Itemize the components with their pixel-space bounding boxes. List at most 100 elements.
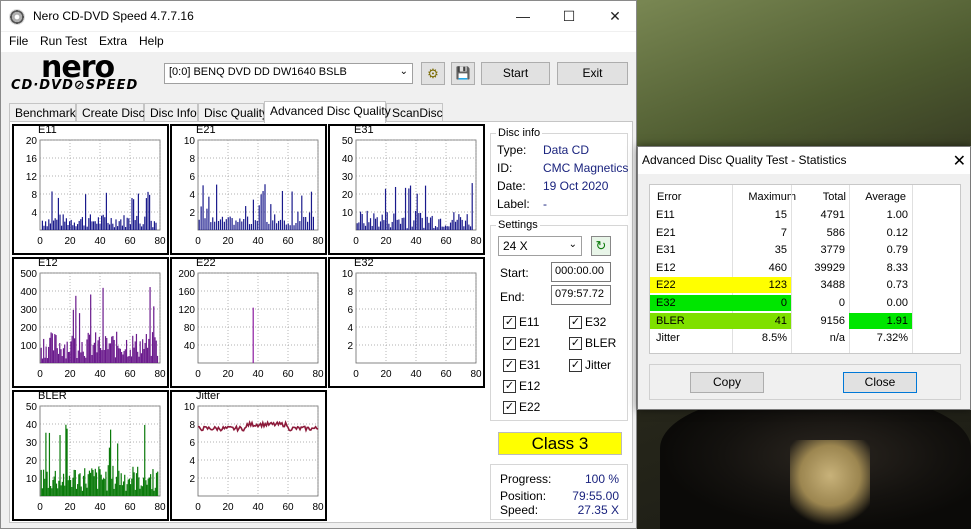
cell-average: 1.91 <box>849 312 912 329</box>
checkbox-e12[interactable]: ✓ <box>503 379 516 393</box>
progress-value: 100 % <box>584 472 619 486</box>
x-tick-label: 80 <box>470 236 482 247</box>
table-row: E22 123 3488 0.73 <box>650 277 960 294</box>
disc-date-value: 19 Oct 2020 <box>543 179 609 193</box>
close-dialog-button[interactable]: Close <box>843 372 917 393</box>
checkbox-jitter[interactable]: ✓ <box>569 358 582 372</box>
header-total: Total <box>822 191 846 203</box>
y-tick-label: 100 <box>20 341 37 352</box>
y-tick-label: 400 <box>20 287 37 298</box>
cell-error: E21 <box>656 226 676 239</box>
checkbox-label: Jitter <box>585 357 612 372</box>
start-time-input[interactable]: 000:00.00 <box>551 262 611 282</box>
menu-run-test[interactable]: Run Test <box>40 34 87 48</box>
tab-scandisc[interactable]: ScanDisc <box>386 103 443 122</box>
checkbox-e22[interactable]: ✓ <box>503 401 516 415</box>
y-tick-label: 8 <box>189 154 195 165</box>
y-tick-label: 8 <box>31 190 37 201</box>
table-row: E11 15 4791 1.00 <box>650 207 960 224</box>
menu-help[interactable]: Help <box>139 34 164 48</box>
cell-error: E12 <box>656 261 676 274</box>
y-tick-label: 200 <box>20 323 37 334</box>
y-tick-label: 6 <box>347 305 353 316</box>
checkbox-e11[interactable]: ✓ <box>503 316 516 329</box>
menu-file[interactable]: File <box>9 34 28 48</box>
cell-total: n/a <box>829 332 845 345</box>
x-tick-label: 20 <box>64 502 76 513</box>
graph-plot-e22: 200 160 120 80 40 0 20 40 60 80 <box>178 269 324 380</box>
y-tick-label: 300 <box>20 305 37 316</box>
x-tick-label: 40 <box>252 369 264 380</box>
statistics-title-bar[interactable]: Advanced Disc Quality Test - Statistics … <box>638 147 970 174</box>
x-tick-label: 60 <box>124 502 136 513</box>
chevron-down-icon: ⌄ <box>568 239 577 250</box>
refresh-button[interactable]: ↻ <box>591 236 611 256</box>
drive-select[interactable]: [0:0] BENQ DVD DD DW1640 BSLB ⌄ <box>164 63 413 84</box>
tab-advanced-disc-quality[interactable]: Advanced Disc Quality <box>264 101 391 123</box>
exit-button[interactable]: Exit <box>557 62 628 85</box>
y-tick-label: 2 <box>189 474 195 485</box>
close-button[interactable]: ✕ <box>592 1 638 31</box>
disc-label-key: Label: <box>497 197 530 211</box>
menu-extra[interactable]: Extra <box>99 34 127 48</box>
tab-benchmark[interactable]: Benchmark <box>9 103 76 122</box>
cell-error: Jitter <box>656 332 680 345</box>
y-tick-label: 40 <box>342 154 354 165</box>
x-tick-label: 60 <box>124 236 136 247</box>
cell-average: 0.79 <box>886 244 908 257</box>
y-tick-label: 30 <box>342 172 354 183</box>
graph-plot-e12: 500 400 300 200 100 0 20 40 60 80 <box>20 269 166 380</box>
graph-plot-e21: 1086420 20 40 60 80 <box>184 136 324 247</box>
y-tick-label: 10 <box>184 136 196 147</box>
x-tick-label: 40 <box>94 236 106 247</box>
refresh-icon: ↻ <box>595 238 607 253</box>
speed-select-value: 24 X <box>503 239 528 253</box>
checkbox-e32[interactable]: ✓ <box>569 316 582 329</box>
y-tick-label: 120 <box>178 305 195 316</box>
copy-button[interactable]: Copy <box>690 372 764 393</box>
x-tick-label: 40 <box>252 236 264 247</box>
statistics-close-icon[interactable]: ✕ <box>953 151 966 171</box>
y-tick-label: 50 <box>26 402 38 413</box>
graph-title: E12 <box>38 257 58 269</box>
speed-select[interactable]: 24 X ⌄ <box>498 236 582 256</box>
x-tick-label: 20 <box>64 236 76 247</box>
graph-plot-jitter: 1086420 20 40 60 80 <box>184 402 324 513</box>
cell-error: E32 <box>650 295 730 311</box>
x-tick-label: 80 <box>154 502 166 513</box>
cell-total: 9156 <box>820 314 845 327</box>
disc-eject-button[interactable]: ⚙ <box>421 62 445 85</box>
minimize-button[interactable]: — <box>500 1 546 31</box>
settings-label: Settings <box>496 219 540 231</box>
checkbox-e21[interactable]: ✓ <box>503 337 516 351</box>
cell-maximum: 8.5% <box>761 332 787 345</box>
tab-create-disc[interactable]: Create Disc <box>76 103 145 122</box>
cell-total: 586 <box>826 226 845 239</box>
title-bar[interactable]: Nero CD-DVD Speed 4.7.7.16 — ☐ ✕ <box>1 1 636 31</box>
y-tick-label: 10 <box>342 269 354 280</box>
end-time-input[interactable]: 079:57.72 <box>551 285 611 305</box>
x-tick-label: 40 <box>410 369 422 380</box>
checkbox-bler[interactable]: ✓ <box>569 337 582 351</box>
y-tick-label: 20 <box>342 190 354 201</box>
x-tick-label: 0 <box>195 502 201 513</box>
maximize-button[interactable]: ☐ <box>546 1 592 31</box>
x-tick-label: 60 <box>440 236 452 247</box>
tab-disc-quality[interactable]: Disc Quality <box>198 103 268 122</box>
y-tick-label: 2 <box>347 341 353 352</box>
cell-maximum: 7 <box>780 226 787 239</box>
y-tick-label: 20 <box>26 456 38 467</box>
start-button[interactable]: Start <box>481 62 550 85</box>
table-row: E32 0 0 0.00 <box>650 295 960 312</box>
checkbox-e31[interactable]: ✓ <box>503 358 516 372</box>
x-tick-label: 0 <box>353 236 359 247</box>
save-button[interactable]: 💾 <box>451 62 475 85</box>
statistics-title: Advanced Disc Quality Test - Statistics <box>642 153 847 167</box>
table-header-row: Error Maximum Total Average <box>650 189 960 206</box>
position-key: Position: <box>500 489 547 503</box>
cell-average: 1.00 <box>886 209 908 221</box>
y-tick-label: 10 <box>26 474 38 485</box>
cell-total: 4791 <box>820 209 845 221</box>
tab-disc-info[interactable]: Disc Info <box>144 103 198 122</box>
graph-plot-e11: 201612840 20 40 60 80 <box>26 136 166 247</box>
